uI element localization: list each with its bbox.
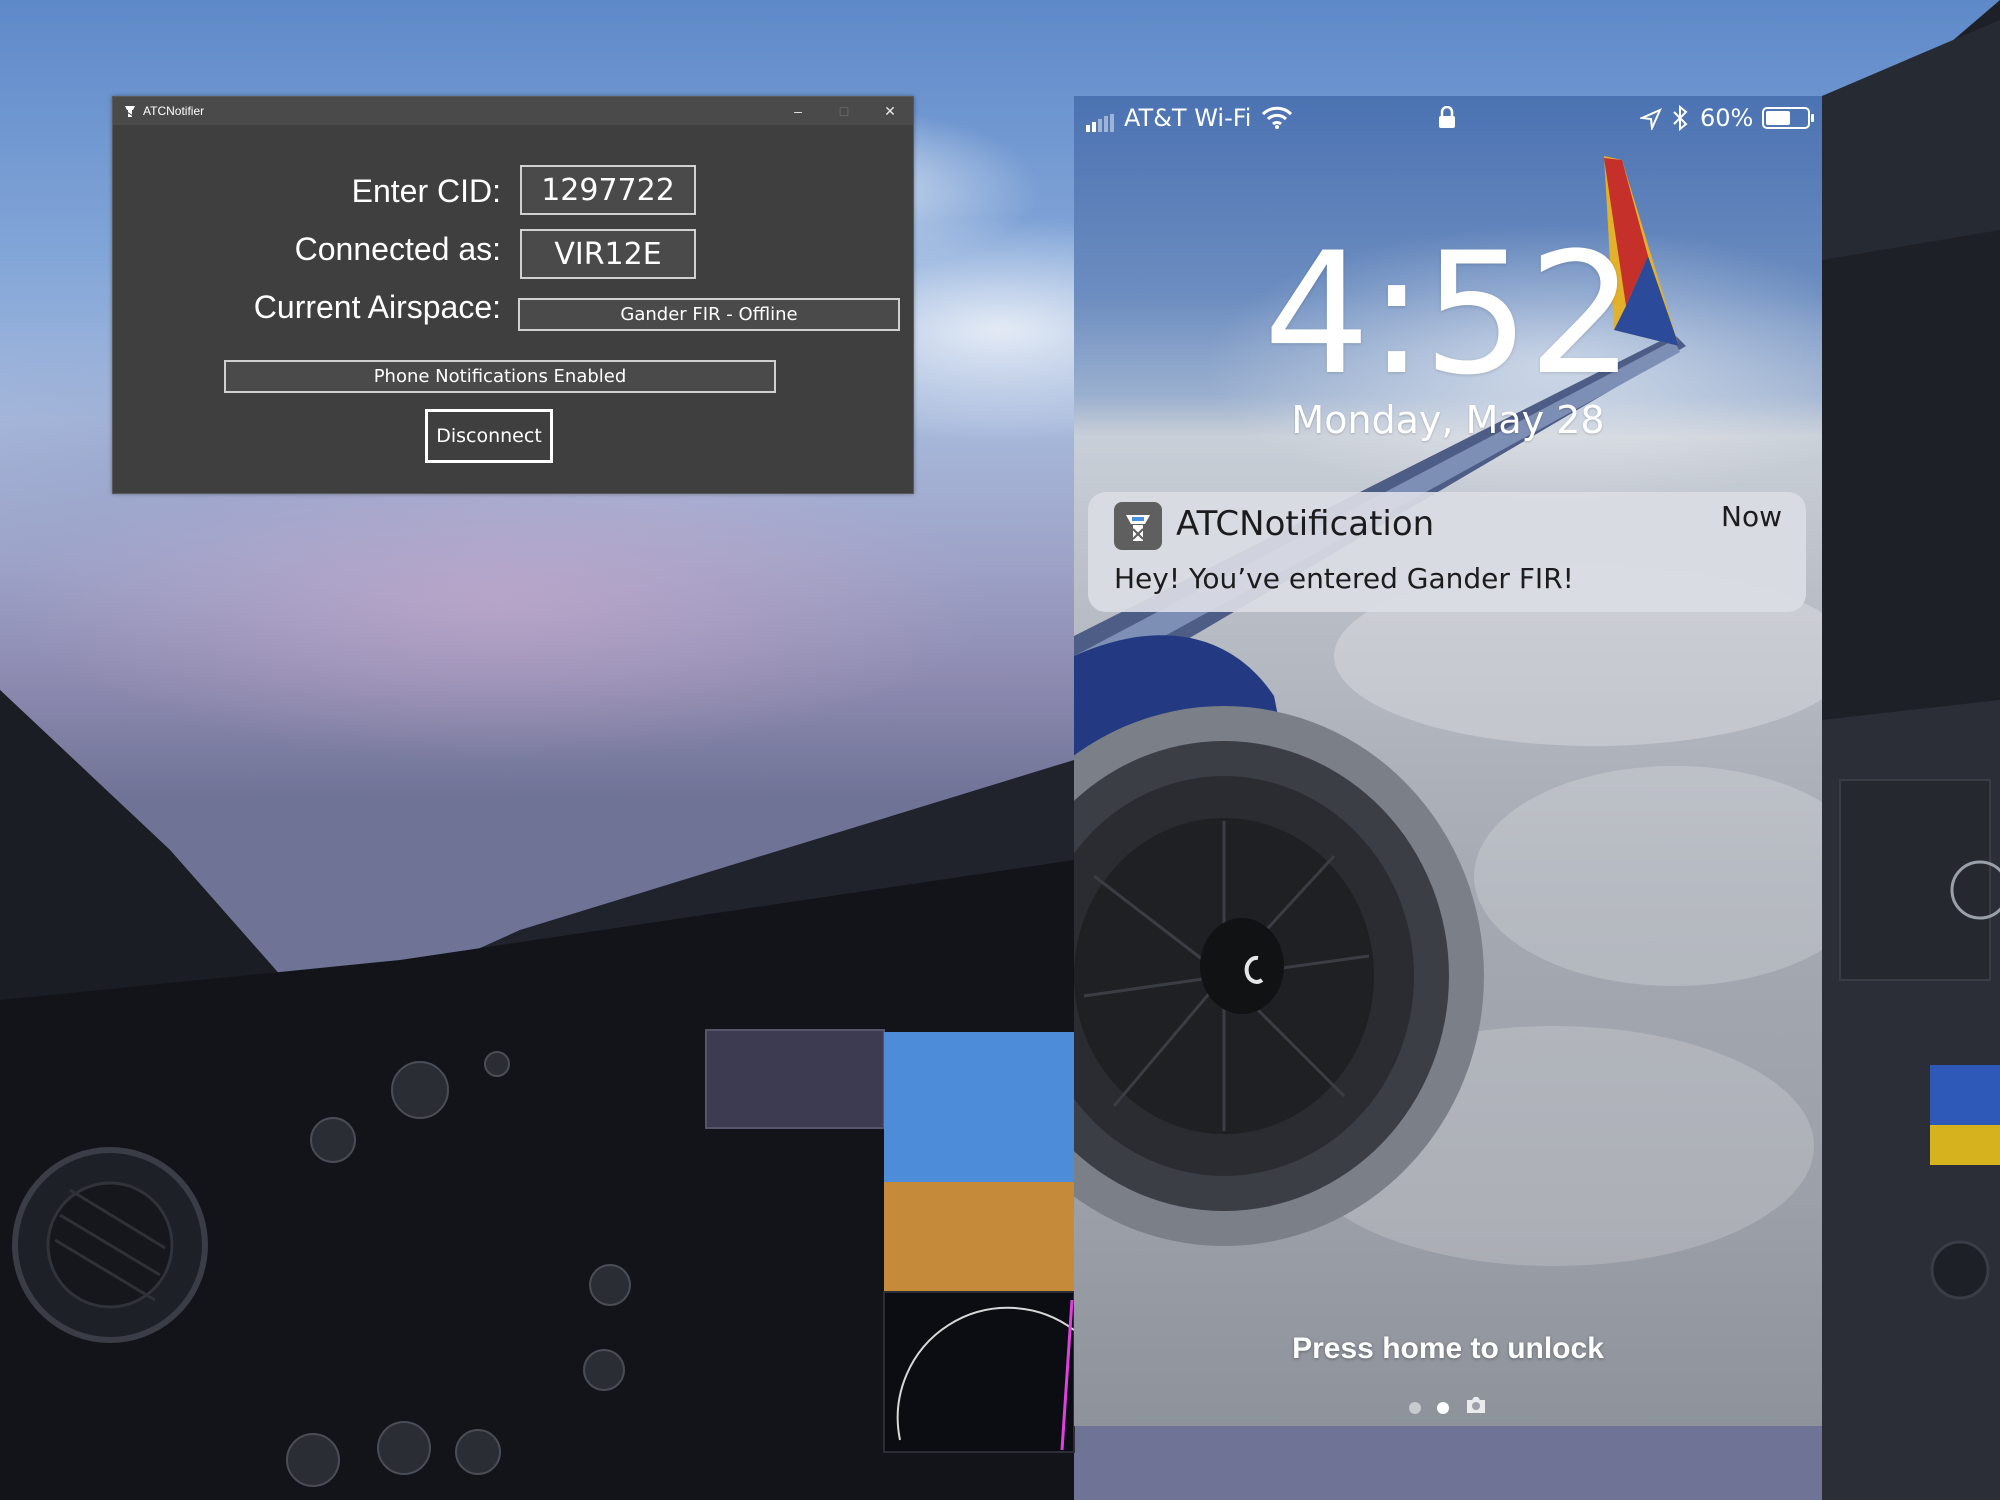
page-dot-active[interactable] [1437,1401,1449,1414]
signal-bars-icon [1086,110,1116,138]
close-button[interactable]: ✕ [867,97,913,125]
cid-input[interactable]: 1297722 [520,165,696,215]
control-tower-icon [123,104,137,118]
disconnect-button[interactable]: Disconnect [425,409,553,463]
wifi-icon [1261,106,1293,136]
window-controls: – □ ✕ [775,97,913,125]
control-tower-icon [1114,502,1162,550]
notification-app-name: ATCNotification [1176,504,1435,544]
lock-icon [1438,105,1456,134]
battery-icon [1762,107,1816,135]
callsign-label: Connected as: [294,231,501,267]
phone-lock-screen: AT&T Wi-Fi 60% 4:52 Monday, May 28 ATCNo… [1074,96,1822,1426]
window-titlebar[interactable]: ATCNotifier – □ ✕ [113,97,913,125]
lock-screen-date: Monday, May 28 [1291,398,1605,442]
cid-label: Enter CID: [351,173,501,209]
notification-message: Hey! You’ve entered Gander FIR! [1114,562,1574,595]
page-dot[interactable] [1409,1401,1421,1414]
airspace-field: Gander FIR - Offline [518,298,900,331]
battery-percentage: 60% [1700,104,1754,132]
notifications-status: Phone Notifications Enabled [224,360,776,393]
page-indicator [1074,1396,1822,1419]
airspace-label: Current Airspace: [253,289,501,325]
camera-icon[interactable] [1465,1396,1487,1419]
atc-notifier-window: ATCNotifier – □ ✕ Enter CID: 1297722 Con… [112,96,914,494]
bluetooth-icon [1672,104,1688,137]
notification-time: Now [1721,500,1782,533]
carrier-label: AT&T Wi-Fi [1124,104,1252,132]
minimize-button[interactable]: – [775,97,821,125]
lock-screen-clock: 4:52 [1263,216,1634,412]
location-arrow-icon [1638,108,1662,136]
maximize-button[interactable]: □ [821,97,867,125]
unlock-hint: Press home to unlock [1292,1332,1604,1365]
window-title: ATCNotifier [143,104,205,118]
callsign-field: VIR12E [520,229,696,279]
status-bar: AT&T Wi-Fi 60% [1074,96,1822,142]
notification-banner[interactable]: ATCNotification Now Hey! You’ve entered … [1088,492,1806,612]
